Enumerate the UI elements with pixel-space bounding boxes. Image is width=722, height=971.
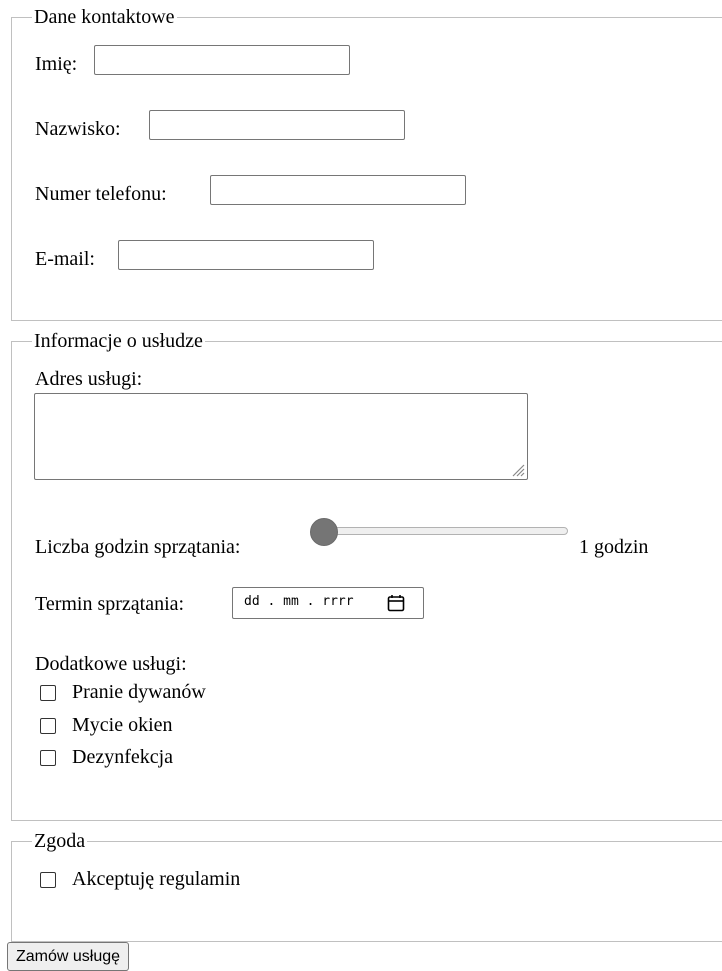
hours-output: 1 godzin <box>579 536 649 558</box>
hours-slider-thumb[interactable] <box>310 518 338 546</box>
date-placeholder: dd . mm . rrrr <box>244 594 354 609</box>
extra-disinfection-label: Dezynfekcja <box>72 746 174 768</box>
consent-legend: Zgoda <box>34 830 86 852</box>
extra-carpet-checkbox[interactable] <box>40 685 56 701</box>
date-label: Termin sprzątania: <box>35 593 185 615</box>
extra-windows-label: Mycie okien <box>72 714 173 736</box>
address-label: Adres usługi: <box>35 368 143 390</box>
contact-legend: Dane kontaktowe <box>34 6 175 28</box>
first-name-label: Imię: <box>35 53 78 75</box>
extra-carpet-label: Pranie dywanów <box>72 681 206 703</box>
accept-terms-checkbox[interactable] <box>40 872 56 888</box>
hours-slider[interactable] <box>310 518 568 548</box>
email-label: E-mail: <box>35 248 95 270</box>
hours-label: Liczba godzin sprzątania: <box>35 536 241 558</box>
extras-label: Dodatkowe usługi: <box>35 653 187 675</box>
email-input[interactable] <box>118 240 374 270</box>
date-input[interactable]: dd . mm . rrrr <box>232 587 424 619</box>
resize-grip-icon[interactable] <box>509 461 525 477</box>
service-legend: Informacje o usłudze <box>34 330 203 352</box>
last-name-input[interactable] <box>149 110 405 140</box>
extra-disinfection-checkbox[interactable] <box>40 750 56 766</box>
accept-terms-label: Akceptuję regulamin <box>72 868 241 890</box>
phone-label: Numer telefonu: <box>35 183 167 205</box>
calendar-icon[interactable] <box>387 594 405 612</box>
first-name-input[interactable] <box>94 45 350 75</box>
last-name-label: Nazwisko: <box>35 118 121 140</box>
extra-windows-checkbox[interactable] <box>40 718 56 734</box>
hours-slider-track <box>314 527 568 535</box>
order-service-button[interactable]: Zamów usługę <box>7 942 130 971</box>
phone-input[interactable] <box>210 175 466 205</box>
address-textarea[interactable] <box>34 393 528 480</box>
